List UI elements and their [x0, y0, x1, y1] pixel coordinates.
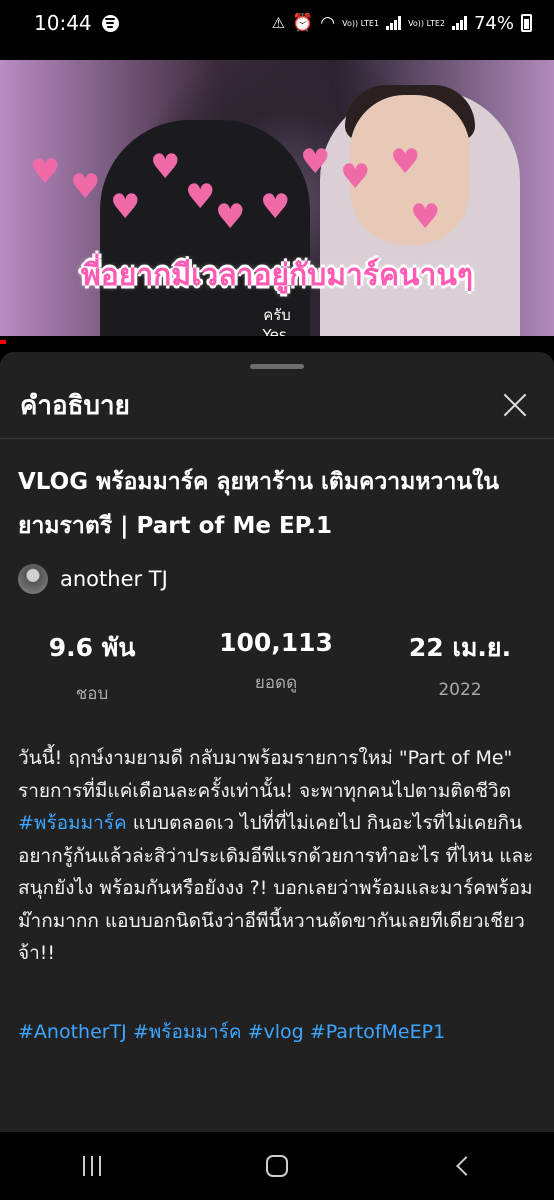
stat-date: 22 เม.ย. 2022 [368, 628, 552, 707]
sheet-title: คำอธิบาย [20, 390, 130, 421]
heart-icon: ♥ [340, 157, 371, 197]
hashtag-list: #AnotherTJ #พร้อมมาร์ค #vlog #PartofMeEP… [18, 1017, 538, 1047]
channel-row[interactable]: another TJ [18, 564, 168, 594]
video-player[interactable]: ♥ ♥ ♥ ♥ ♥ ♥ ♥ ♥ ♥ ♥ ♥ พี่อยากมีเวลาอยู่ก… [0, 60, 554, 336]
video-subtitle-th: ครับ [263, 306, 291, 324]
alarm-icon: ⏰ [292, 13, 314, 33]
heart-icon: ♥ [390, 142, 421, 182]
signal-icon [386, 16, 402, 30]
hashtag-link[interactable]: #vlog [248, 1021, 304, 1043]
stat-date-value: 22 เม.ย. [408, 633, 512, 662]
heart-icon: ♥ [30, 152, 61, 192]
heart-icon: ♥ [185, 177, 216, 217]
description-sheet: คำอธิบาย VLOG พร้อมมาร์ค ลุยหาร้าน เติมค… [0, 352, 554, 1132]
sheet-header: คำอธิบาย [0, 372, 554, 438]
system-nav-bar [0, 1132, 554, 1200]
heart-icon: ♥ [110, 187, 141, 227]
drag-handle[interactable] [250, 364, 304, 369]
description-part2: แบบตลอดเว ไปที่ที่ไม่เคยไป กินอะไรที่ไม่… [18, 812, 534, 964]
back-icon [455, 1156, 476, 1176]
video-subtitle-en: Yes. [262, 326, 292, 336]
heart-icon: ♥ [215, 197, 246, 237]
avatar[interactable] [18, 564, 48, 594]
stat-views-value: 100,113 [219, 628, 333, 657]
spotify-icon [101, 14, 119, 32]
heart-icon: ♥ [70, 167, 101, 207]
battery-icon [521, 14, 532, 32]
sim1-label: Vo)) LTE1 [342, 18, 380, 28]
close-icon[interactable] [494, 385, 534, 425]
battery-percent: 74% [473, 12, 514, 34]
heart-icon: ♥ [410, 197, 441, 237]
home-button[interactable] [185, 1132, 370, 1200]
stat-views: 100,113 ยอดดู [184, 628, 368, 707]
hashtag-link[interactable]: #AnotherTJ [18, 1021, 127, 1043]
video-title: VLOG พร้อมมาร์ค ลุยหาร้าน เติมความหวานใน… [18, 469, 500, 539]
stat-likes-value: 9.6 พัน [48, 633, 136, 662]
home-icon [266, 1155, 288, 1177]
stat-views-label: ยอดดู [254, 673, 298, 693]
heart-icon: ♥ [300, 142, 331, 182]
battery-saver-icon: ⚠ [271, 14, 286, 32]
video-progress-bar[interactable] [0, 336, 554, 350]
video-stats: 9.6 พัน ชอบ 100,113 ยอดดู 22 เม.ย. 2022 [0, 628, 554, 707]
status-time: 10:44 [34, 11, 92, 35]
hashtag-link[interactable]: #PartofMeEP1 [310, 1021, 445, 1043]
wifi-icon: ◠ [320, 13, 336, 33]
stat-likes: 9.6 พัน ชอบ [0, 628, 184, 707]
description-hashtag-link[interactable]: #พร้อมมาร์ค [18, 812, 127, 834]
stat-date-year: 2022 [438, 680, 482, 700]
recents-icon [83, 1156, 102, 1176]
description-text: วันนี้! ฤกษ์งามยามดี กลับมาพร้อมรายการให… [18, 742, 538, 970]
stat-likes-label: ชอบ [75, 684, 109, 704]
sim2-label: Vo)) LTE2 [408, 18, 445, 28]
signal-icon [451, 16, 467, 30]
video-caption: พี่อยากมีเวลาอยู่กับมาร์คนานๆ [80, 258, 474, 293]
back-button[interactable] [369, 1132, 554, 1200]
hashtag-link[interactable]: #พร้อมมาร์ค [133, 1021, 242, 1043]
recents-button[interactable] [0, 1132, 185, 1200]
heart-icon: ♥ [260, 187, 291, 227]
video-progress-fill [0, 340, 6, 344]
heart-icon: ♥ [150, 147, 181, 187]
status-bar: 10:44 ⚠ ⏰ ◠ Vo)) LTE1 Vo)) LTE2 74% [0, 0, 554, 46]
description-part1: วันนี้! ฤกษ์งามยามดี กลับมาพร้อมรายการให… [18, 747, 513, 802]
divider [0, 438, 554, 439]
channel-name[interactable]: another TJ [60, 567, 168, 591]
status-icons: ⚠ ⏰ ◠ Vo)) LTE1 Vo)) LTE2 74% [272, 13, 532, 34]
